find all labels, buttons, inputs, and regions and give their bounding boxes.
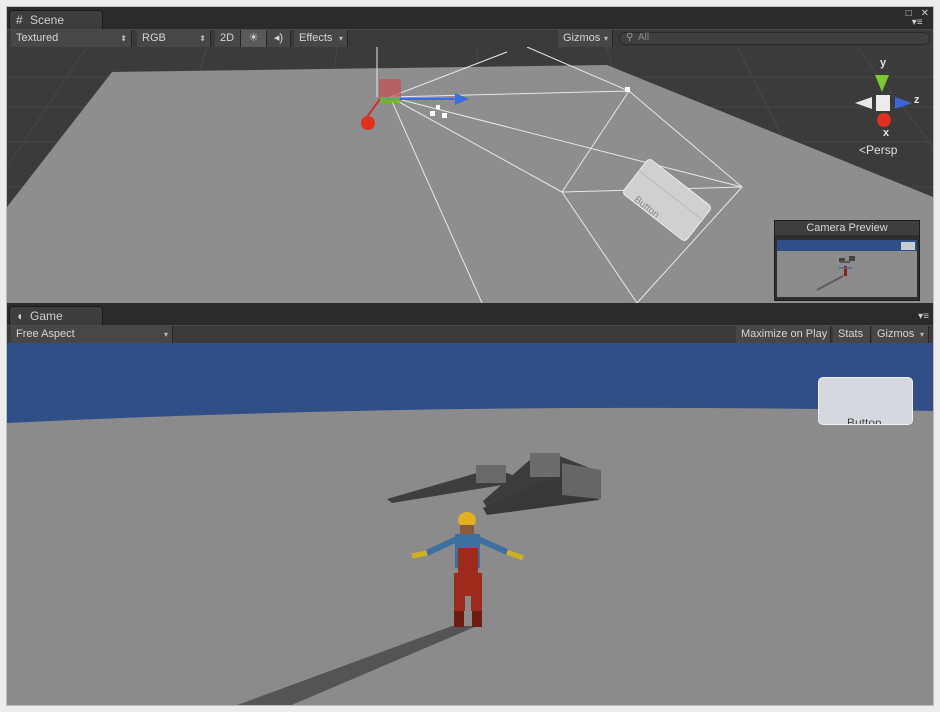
game-gizmos-label: Gizmos bbox=[877, 328, 915, 340]
aspect-value: Free Aspect bbox=[16, 328, 75, 340]
shading-mode-value: Textured bbox=[16, 32, 59, 44]
lighting-toggle-button[interactable]: ☀ bbox=[241, 30, 267, 47]
camera-preview-image bbox=[777, 240, 917, 297]
scene-grid-icon: # bbox=[16, 13, 23, 27]
game-viewport: Button bbox=[7, 343, 933, 705]
chevron-left-icon: < bbox=[859, 143, 867, 157]
game-panel-menu: ▾≡ bbox=[918, 311, 929, 322]
audio-toggle-button[interactable]: ◂) bbox=[267, 30, 291, 47]
tab-scene[interactable]: # Scene bbox=[9, 10, 103, 29]
2d-toggle-label: 2D bbox=[220, 32, 235, 44]
dropdown-arrows-icon: ⬍ bbox=[120, 34, 127, 43]
tab-game[interactable]: ◖ Game bbox=[9, 306, 103, 325]
pacman-icon: ◖ bbox=[16, 309, 24, 323]
scene-tab-bar: # Scene □ ✕ ▾≡ bbox=[7, 7, 933, 29]
chevron-down-icon: ▾ bbox=[338, 34, 343, 43]
chevron-down-icon: ▾ bbox=[919, 330, 924, 339]
tab-game-label: Game bbox=[30, 309, 63, 323]
ui-button[interactable]: Button bbox=[818, 377, 913, 425]
scene-toolbar: Textured ⬍ RGB ⬍ 2D ☀ ◂) Effects ▾ Gizmo… bbox=[7, 29, 933, 48]
window-controls: □ ✕ ▾≡ bbox=[906, 8, 929, 28]
search-placeholder: All bbox=[638, 32, 650, 43]
maximize-on-play-toggle[interactable]: Maximize on Play bbox=[736, 326, 831, 343]
speaker-icon: ◂) bbox=[273, 32, 284, 44]
effects-dropdown[interactable]: Effects ▾ bbox=[294, 30, 348, 47]
dropdown-arrows-icon: ⬍ bbox=[199, 34, 206, 43]
scene-gizmos-label: Gizmos bbox=[563, 32, 601, 44]
effects-label: Effects bbox=[299, 32, 333, 44]
unity-editor-window: # Scene □ ✕ ▾≡ Textured ⬍ RGB ⬍ 2D ☀ ◂) … bbox=[6, 6, 934, 706]
maximize-on-play-label: Maximize on Play bbox=[741, 328, 828, 340]
scene-gizmos-dropdown[interactable]: Gizmos ▾ bbox=[558, 30, 613, 47]
projection-label: Persp bbox=[866, 143, 898, 157]
game-gizmos-dropdown[interactable]: Gizmos ▾ bbox=[872, 326, 929, 343]
ui-button-label: Button bbox=[847, 416, 882, 425]
game-tab-bar: ◖ Game ▾≡ bbox=[7, 303, 933, 325]
aspect-dropdown[interactable]: Free Aspect ▾ bbox=[11, 326, 173, 343]
stats-label: Stats bbox=[838, 328, 864, 340]
gizmo-y-label: y bbox=[880, 57, 887, 69]
render-mode-dropdown[interactable]: RGB ⬍ bbox=[137, 30, 211, 47]
chevron-down-icon: ▾ bbox=[603, 34, 608, 43]
search-icon: ⚲ bbox=[626, 32, 634, 43]
scene-viewport[interactable]: y z x <Persp Button Camera Preview bbox=[7, 47, 933, 303]
tab-scene-label: Scene bbox=[30, 13, 65, 27]
2d-toggle-button[interactable]: 2D bbox=[215, 30, 241, 47]
stats-toggle[interactable]: Stats bbox=[833, 326, 871, 343]
gizmo-z-label: z bbox=[914, 94, 920, 106]
sun-icon: ☀ bbox=[248, 32, 259, 44]
maximize-icon[interactable]: □ bbox=[906, 8, 912, 19]
render-mode-value: RGB bbox=[142, 32, 166, 44]
panel-menu-icon[interactable]: ▾≡ bbox=[918, 311, 929, 322]
game-canvas bbox=[7, 407, 933, 705]
projection-toggle[interactable]: <Persp bbox=[859, 143, 897, 157]
game-toolbar: Free Aspect ▾ Maximize on Play Stats Giz… bbox=[7, 325, 933, 344]
orientation-gizmo[interactable] bbox=[855, 75, 912, 127]
frustum-handle[interactable] bbox=[625, 87, 630, 92]
camera-preview-title: Camera Preview bbox=[775, 221, 919, 235]
camera-preview-panel: Camera Preview bbox=[774, 220, 920, 301]
gizmo-x-label: x bbox=[883, 127, 890, 139]
shading-mode-dropdown[interactable]: Textured ⬍ bbox=[11, 30, 132, 47]
scene-search-field[interactable]: ⚲ All bbox=[619, 32, 930, 45]
chevron-down-icon: ▾ bbox=[163, 330, 168, 339]
